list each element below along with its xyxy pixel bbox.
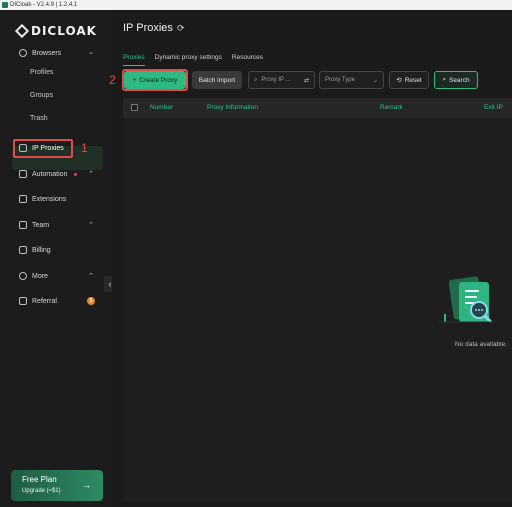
proxy-type-select[interactable]: Proxy Type ⌄ — [319, 71, 384, 89]
robot-icon — [19, 170, 27, 178]
select-all-checkbox[interactable] — [131, 104, 138, 111]
sidebar-item-label: Billing — [32, 246, 51, 254]
dicloak-logo-icon — [14, 23, 30, 39]
annotation-box-1 — [13, 139, 73, 158]
billing-icon — [19, 246, 27, 254]
sidebar-item-profiles[interactable]: Profiles — [30, 69, 53, 76]
tab-bar: Proxies Dynamic proxy settings Resources — [123, 54, 263, 66]
reset-button[interactable]: ⟲ Reset — [389, 71, 429, 89]
column-number[interactable]: Number — [150, 104, 173, 111]
sidebar-item-groups[interactable]: Groups — [30, 92, 53, 99]
dollar-coin-icon: $ — [87, 297, 95, 305]
batch-import-button[interactable]: Batch import — [192, 71, 242, 89]
tab-proxies[interactable]: Proxies — [123, 54, 145, 66]
sidebar-item-extensions[interactable]: Extensions — [19, 195, 66, 203]
sidebar-item-referral[interactable]: Referral — [19, 297, 57, 305]
sidebar-item-browsers[interactable]: Browsers — [19, 49, 61, 57]
search-icon: ⌕ — [442, 76, 447, 83]
chevron-up-icon[interactable]: ⌃ — [88, 221, 94, 229]
free-plan-card[interactable]: Free Plan Upgrade (≈$1) → — [11, 470, 103, 501]
brand-logo: DICLOAK — [14, 23, 97, 39]
chevron-up-icon[interactable]: ⌃ — [88, 272, 94, 280]
sidebar-item-team[interactable]: Team — [19, 221, 49, 229]
sidebar: DICLOAK Browsers ⌄ Profiles Groups Trash… — [0, 10, 112, 507]
reset-icon: ⟲ — [396, 77, 402, 84]
annotation-box-2 — [122, 69, 188, 91]
sidebar-item-label: Extensions — [32, 195, 67, 203]
plan-upgrade-text: Upgrade (≈$1) — [22, 488, 61, 494]
search-label: Search — [449, 76, 470, 84]
main-content: IP Proxies ⟳ Proxies Dynamic proxy setti… — [109, 10, 512, 507]
window-title: DICloak - V2.4.9 | 1.2.4.1 — [10, 2, 78, 8]
search-placeholder: Proxy IP ... — [261, 77, 291, 83]
table-header: Number Proxy Information Remark Exit IP — [123, 98, 512, 118]
empty-state-illustration — [439, 276, 495, 323]
refresh-icon[interactable]: ⟳ — [177, 23, 185, 34]
search-icon: ⌕ — [254, 76, 258, 83]
plan-title: Free Plan — [22, 475, 57, 484]
column-remark[interactable]: Remark — [380, 104, 403, 111]
page-title-text: IP Proxies — [123, 22, 173, 34]
column-proxy-information[interactable]: Proxy Information — [207, 104, 258, 111]
annotation-number-1: 1 — [81, 141, 88, 155]
chevron-down-icon[interactable]: ⌄ — [88, 48, 94, 56]
brand-name: DICLOAK — [31, 24, 97, 38]
page-title: IP Proxies ⟳ — [123, 22, 184, 34]
column-exit-ip[interactable]: Exit IP — [484, 104, 503, 111]
browser-icon — [19, 49, 27, 57]
proxy-ip-search-input[interactable]: ⌕ Proxy IP ... ⇄ — [248, 71, 315, 89]
proxy-type-placeholder: Proxy Type — [325, 77, 355, 83]
search-button[interactable]: ⌕ Search — [434, 71, 478, 89]
chevron-up-icon[interactable]: ⌃ — [88, 170, 94, 178]
app-icon — [2, 2, 8, 8]
sidebar-item-billing[interactable]: Billing — [19, 246, 51, 254]
sidebar-item-label: More — [32, 272, 48, 280]
more-icon — [19, 272, 27, 280]
sidebar-item-trash[interactable]: Trash — [30, 115, 48, 122]
sidebar-item-label: Referral — [32, 297, 57, 305]
chevron-down-icon: ⌄ — [372, 77, 378, 84]
sidebar-item-more[interactable]: More — [19, 272, 48, 280]
tab-resources[interactable]: Resources — [232, 54, 263, 61]
sidebar-item-label: Team — [32, 221, 50, 229]
notification-dot — [74, 172, 78, 176]
empty-state-text: No data available. — [455, 341, 508, 348]
sidebar-item-automation[interactable]: Automation — [19, 170, 78, 178]
referral-icon — [19, 297, 27, 305]
sidebar-item-label: Browsers — [32, 49, 62, 57]
annotation-number-2: 2 — [109, 73, 116, 87]
sidebar-item-label: Automation — [32, 170, 68, 178]
extensions-icon — [19, 195, 27, 203]
reset-label: Reset — [404, 76, 422, 84]
tab-dynamic-proxy-settings[interactable]: Dynamic proxy settings — [155, 54, 222, 61]
team-icon — [19, 221, 27, 229]
arrow-right-icon: → — [82, 480, 91, 490]
window-titlebar: DICloak - V2.4.9 | 1.2.4.1 — [0, 0, 512, 10]
filter-icon[interactable]: ⇄ — [304, 77, 309, 84]
